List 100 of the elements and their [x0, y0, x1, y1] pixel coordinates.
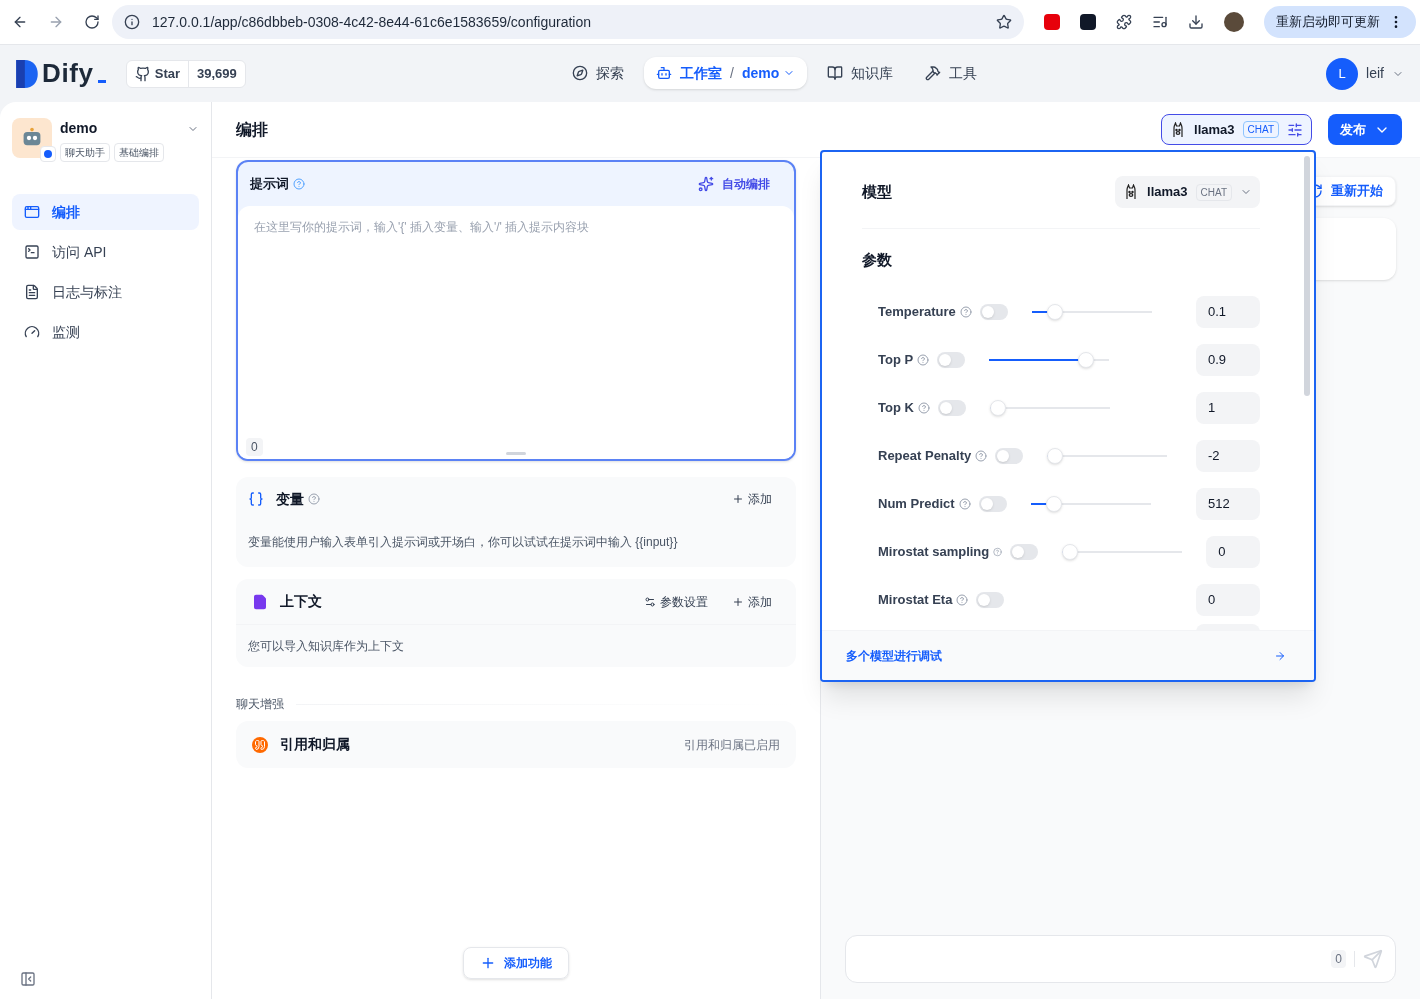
sidebar-item[interactable]: 监测 [12, 314, 199, 350]
help-icon [917, 353, 930, 366]
param-value-field[interactable]: 0.1 [1196, 295, 1260, 328]
plus-icon [480, 955, 496, 971]
param-value-field[interactable]: 0 [1196, 583, 1260, 616]
sidebar-item[interactable]: 编排 [12, 194, 199, 230]
section-label: 聊天增强 [236, 696, 284, 713]
multi-model-debug-link[interactable]: 多个模型进行调试 [846, 646, 942, 665]
params-label: 参数 [862, 250, 893, 270]
slider[interactable] [1047, 447, 1168, 464]
model-dropdown[interactable]: llama3 CHAT [1115, 176, 1260, 208]
add-button[interactable]: 添加 [732, 592, 772, 611]
nav-label: 探索 [596, 63, 624, 83]
app-switcher[interactable]: demo [741, 62, 796, 84]
nav-label: 知识库 [851, 63, 894, 83]
arrow-icon[interactable] [1274, 649, 1286, 662]
sidebar-item[interactable]: 日志与标注 [12, 274, 199, 310]
prompt-input[interactable]: 在这里写你的提示词，输入'{' 插入变量、输入'/' 插入提示内容块 [254, 218, 778, 438]
download-icon[interactable] [1188, 14, 1204, 30]
github-icon [134, 65, 151, 82]
send-icon[interactable] [1363, 949, 1383, 969]
prompt-title: 提示词 [250, 175, 289, 194]
add-button[interactable]: 添加 [732, 490, 772, 508]
param-value-field[interactable]: 0 [1206, 535, 1260, 568]
nav-tab[interactable]: 知识库 [815, 57, 906, 89]
url-text: 127.0.0.1/app/c86dbbeb-0308-4c42-8e44-61c6e1583659/configuration [152, 12, 593, 32]
help-icon [993, 545, 1003, 558]
reload-icon[interactable] [84, 14, 100, 30]
slider-thumb[interactable] [1062, 543, 1079, 560]
update-button[interactable]: 重新启动即可更新 [1264, 6, 1416, 38]
publish-button[interactable]: 发布 [1328, 114, 1402, 145]
param-value-field[interactable]: 512 [1196, 487, 1260, 520]
toggle-switch[interactable] [976, 591, 1005, 608]
settings-icon [644, 595, 656, 608]
document-icon [252, 593, 268, 610]
slider-thumb[interactable] [1047, 303, 1064, 320]
extensions-icon[interactable] [1116, 14, 1132, 30]
variables-description: 变量能使用户输入表单引入提示词或开场白，你可以试试在提示词中输入 {{input}} [248, 534, 679, 551]
param-name: Mirostat Eta [878, 590, 953, 609]
slider-thumb[interactable] [1047, 447, 1064, 464]
param-name: Top P [878, 350, 914, 369]
sidebar-icon [24, 324, 40, 340]
nav-label: 工作室 [680, 63, 722, 83]
resize-handle [506, 452, 526, 455]
slider[interactable] [1062, 543, 1183, 560]
slider[interactable] [1030, 495, 1151, 512]
logo-underscore [97, 80, 106, 83]
extension-icon[interactable] [1080, 14, 1096, 30]
nav-icon [572, 65, 588, 81]
help-icon [975, 449, 988, 462]
settings-icon [1287, 121, 1303, 138]
toggle-switch[interactable] [978, 495, 1007, 512]
toggle-switch[interactable] [937, 351, 966, 368]
slider[interactable] [1031, 303, 1152, 320]
prompt-field[interactable]: 在这里写你的提示词，输入'{' 插入变量、输入'/' 插入提示内容块 0 [238, 206, 794, 459]
slider-thumb[interactable] [1046, 495, 1063, 512]
user-name[interactable]: leif [1366, 63, 1384, 84]
address-bar[interactable]: 127.0.0.1/app/c86dbbeb-0308-4c42-8e44-61c6e1583659/configuration [112, 5, 1024, 39]
auto-orchestrate-button[interactable]: 自动编排 [698, 175, 770, 193]
sidebar-item[interactable]: 访问 API [12, 234, 199, 270]
add-feature-button[interactable]: 添加功能 [463, 947, 569, 979]
profile-avatar[interactable] [1224, 12, 1244, 32]
nav-icon [827, 65, 844, 81]
toggle-switch[interactable] [995, 447, 1024, 464]
collapse-icon[interactable] [20, 971, 36, 987]
toggle-switch[interactable] [979, 303, 1008, 320]
breadcrumb-separator: / [730, 63, 734, 83]
model-selector[interactable]: llama3 CHAT [1161, 114, 1312, 145]
media-icon[interactable] [1152, 14, 1168, 30]
context-description: 您可以导入知识库作为上下文 [247, 638, 405, 655]
nav-tab[interactable]: 工具 [913, 57, 990, 89]
slider-thumb[interactable] [1077, 351, 1094, 368]
settings-button[interactable]: 参数设置 [644, 592, 708, 611]
chat-badge-icon [40, 146, 56, 162]
app-name: demo [60, 119, 98, 138]
section-title: 引用和归属 [280, 735, 350, 754]
help-icon [308, 493, 320, 505]
help-icon [917, 401, 930, 414]
param-value-field[interactable]: 0.9 [1196, 343, 1260, 376]
bookmark-icon[interactable] [996, 14, 1012, 30]
toggle-switch[interactable] [1010, 543, 1039, 560]
info-icon[interactable] [124, 14, 140, 30]
chat-badge: CHAT [1242, 121, 1279, 138]
param-name: Repeat Penalty [878, 446, 972, 465]
variable-icon [248, 491, 264, 507]
forward-icon[interactable] [48, 14, 64, 30]
nav-tab[interactable]: 工作室 / demo [644, 57, 808, 89]
param-value-field[interactable]: 1 [1196, 391, 1260, 424]
slider-thumb[interactable] [989, 399, 1006, 416]
help-icon [958, 497, 971, 510]
section-title: 变量 [276, 489, 304, 509]
slider[interactable] [989, 399, 1110, 416]
nav-tab[interactable]: 探索 [560, 57, 636, 89]
user-avatar[interactable]: L [1326, 57, 1359, 90]
param-value-field[interactable]: -2 [1196, 439, 1260, 472]
toggle-switch[interactable] [937, 399, 966, 416]
github-star-button[interactable]: Star 39,699 [125, 59, 246, 88]
chat-input-field[interactable]: 0 [845, 935, 1396, 983]
slider[interactable] [989, 351, 1110, 368]
back-icon[interactable] [12, 14, 28, 30]
